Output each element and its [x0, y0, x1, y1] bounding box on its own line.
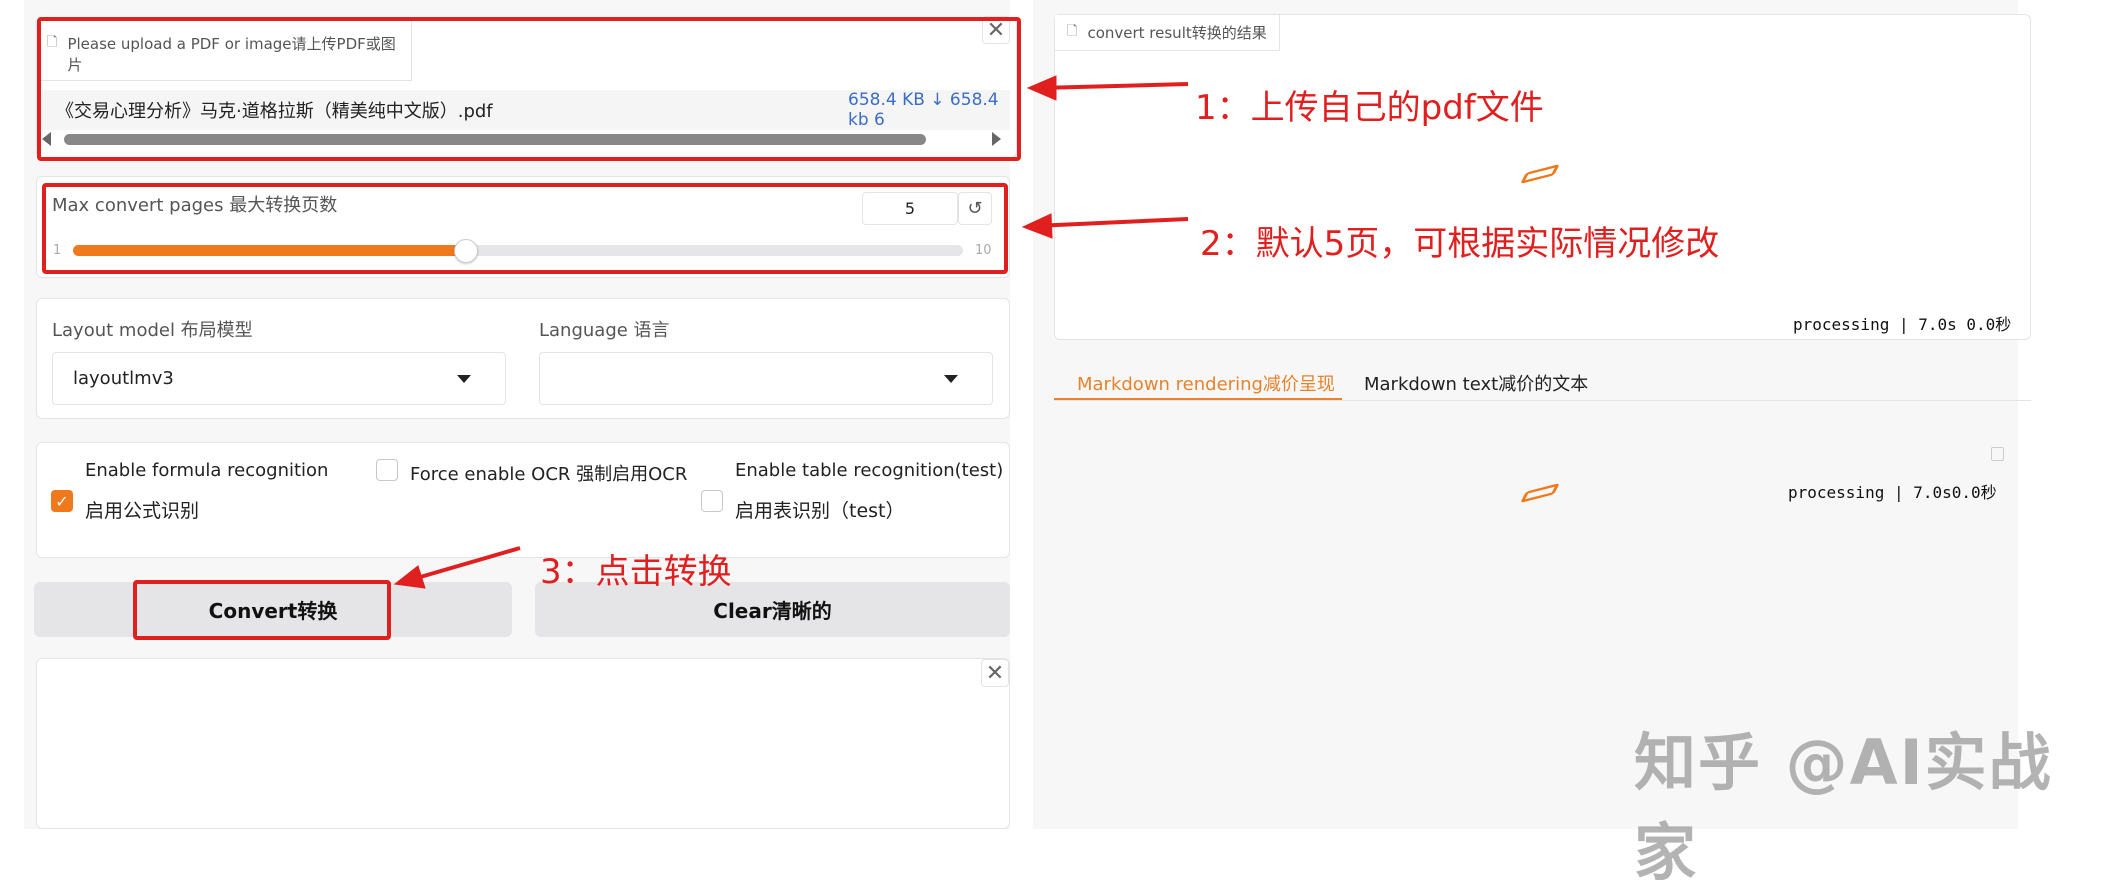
annotation-arrows [393, 75, 1189, 589]
annotation-3: 3：点击转换 [540, 552, 732, 592]
annotation-1: 1：上传自己的pdf文件 [1195, 88, 1544, 128]
watermark: 知乎 @AI实战家 [1634, 726, 2053, 889]
arrow-3-head [393, 565, 426, 589]
arrow-2 [1034, 217, 1189, 228]
arrow-1 [1039, 82, 1189, 90]
arrow-3 [409, 546, 521, 582]
arrow-2-head [1021, 213, 1053, 239]
annotation-2: 2：默认5页，可根据实际情况修改 [1200, 224, 1720, 264]
arrow-1-head [1026, 75, 1057, 101]
